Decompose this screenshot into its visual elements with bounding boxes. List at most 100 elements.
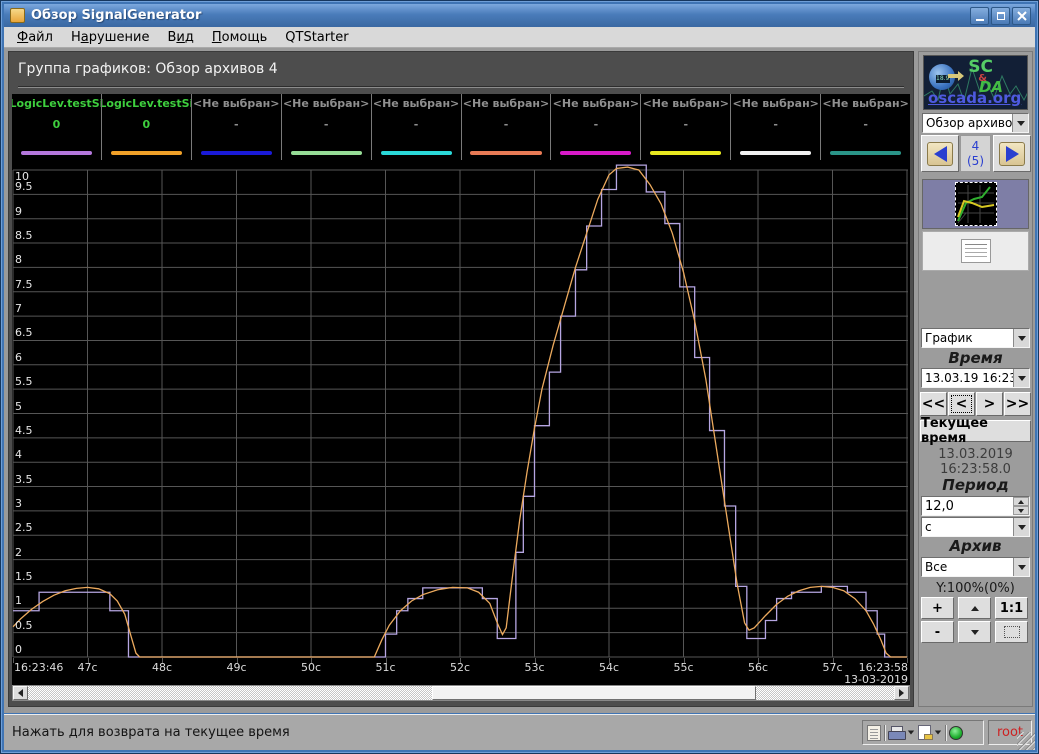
app-icon (10, 8, 25, 23)
legend-item-0[interactable]: LogicLev.testSi0 (12, 94, 101, 160)
scrollbar-thumb[interactable] (432, 686, 757, 700)
legend-item-3[interactable]: <Не выбран>- (281, 94, 371, 160)
page-indicator: 4 (5) (960, 135, 991, 172)
y-tick-label: 2.5 (15, 522, 33, 534)
legend-color-bar (111, 151, 182, 155)
menu-file[interactable]: Файл (8, 28, 62, 47)
legend-color-bar (740, 151, 811, 155)
time-prev-button[interactable]: < (948, 392, 975, 416)
resize-grip[interactable] (1017, 732, 1035, 750)
spin-up-icon (1018, 500, 1024, 504)
legend-item-label: <Не выбран> (193, 97, 279, 110)
logo-site-link[interactable]: oscada.org (928, 89, 1021, 107)
legend-item-9[interactable]: <Не выбран>- (820, 94, 910, 160)
prev-page-button[interactable] (921, 135, 959, 172)
thumbnail-document[interactable] (922, 231, 1029, 271)
arrow-down-icon (971, 630, 979, 635)
y-tick-label: 4.5 (15, 425, 33, 437)
current-date-label: 13.03.2019 (919, 447, 1032, 462)
chevron-down-icon[interactable] (1013, 329, 1029, 347)
legend-item-2[interactable]: <Не выбран>- (191, 94, 281, 160)
legend-item-8[interactable]: <Не выбран>- (730, 94, 820, 160)
x-tick-mark (609, 658, 610, 663)
export-menu-chevron-icon[interactable] (935, 731, 941, 735)
y-tick-label: 0 (15, 644, 22, 656)
window-title: Обзор SignalGenerator (31, 8, 201, 23)
scrollbar-right-button[interactable] (894, 686, 909, 700)
legend-color-bar (21, 151, 92, 155)
trends-widget[interactable]: LogicLev.testSi0LogicLev.testSi0<Не выбр… (12, 94, 910, 701)
archive-select[interactable]: Все (921, 557, 1030, 577)
datetime-select[interactable]: 13.03.19 16:23:58 (921, 368, 1030, 388)
document-icon[interactable] (867, 725, 881, 741)
time-scrollbar[interactable] (12, 685, 910, 701)
shift-down-button[interactable] (958, 621, 991, 643)
maximize-icon (997, 12, 1005, 20)
maximize-button[interactable] (991, 7, 1010, 25)
menu-violation[interactable]: Нарушение (62, 28, 159, 47)
plot-svg (12, 160, 910, 658)
legend-item-5[interactable]: <Не выбран>- (461, 94, 551, 160)
plot-area[interactable]: 109.598.587.576.565.554.543.532.521.510.… (12, 160, 910, 658)
legend-item-7[interactable]: <Не выбран>- (640, 94, 730, 160)
time-last-button[interactable]: >> (1004, 392, 1031, 416)
period-spinbox[interactable]: 12,0 (921, 496, 1030, 516)
menu-view[interactable]: Вид (158, 28, 202, 47)
current-time-button[interactable]: Текущее время (920, 420, 1031, 442)
legend-color-bar (201, 151, 272, 155)
chevron-down-icon[interactable] (1013, 558, 1029, 576)
spin-up-button[interactable] (1013, 497, 1029, 506)
view-mode-select[interactable]: График (921, 328, 1030, 348)
chevron-down-icon[interactable] (1013, 518, 1029, 536)
thumbnail-graph-selected[interactable] (922, 179, 1029, 229)
x-tick-label: 16:23:46 (14, 661, 63, 674)
printer-menu-chevron-icon[interactable] (908, 731, 914, 735)
period-unit-select[interactable]: с (921, 517, 1030, 537)
graph-thumbnail-icon (955, 182, 997, 226)
next-page-button[interactable] (993, 135, 1031, 172)
legend-item-value: - (863, 118, 868, 131)
menu-qtstarter[interactable]: QTStarter (276, 28, 357, 47)
legend-item-1[interactable]: LogicLev.testSi0 (101, 94, 191, 160)
export-document-icon[interactable] (918, 725, 931, 740)
legend-row: LogicLev.testSi0LogicLev.testSi0<Не выбр… (12, 94, 910, 160)
y-tick-label: 7 (15, 303, 22, 315)
x-tick-mark (162, 658, 163, 663)
region-select-icon (1004, 626, 1020, 638)
chevron-down-icon[interactable] (1013, 369, 1029, 387)
menu-help[interactable]: Помощь (203, 28, 276, 47)
datetime-value: 13.03.19 16:23:58 (922, 371, 1013, 385)
connection-status-icon[interactable] (949, 726, 963, 740)
oscada-logo[interactable]: 18.95 SC & DA oscada.org (923, 55, 1028, 110)
time-next-button[interactable]: > (976, 392, 1003, 416)
zoom-in-button[interactable]: + (921, 597, 954, 619)
y-tick-label: 1.5 (15, 571, 33, 583)
y-tick-label: 8 (15, 254, 22, 266)
zoom-out-button[interactable]: - (921, 621, 954, 643)
shift-up-button[interactable] (958, 597, 991, 619)
close-button[interactable] (1012, 7, 1031, 25)
logo-arrow-icon (948, 74, 958, 78)
spin-down-button[interactable] (1013, 506, 1029, 515)
legend-item-6[interactable]: <Не выбран>- (550, 94, 640, 160)
legend-item-4[interactable]: <Не выбран>- (371, 94, 461, 160)
time-first-button[interactable]: << (920, 392, 947, 416)
legend-item-value: - (504, 118, 509, 131)
chevron-down-icon[interactable] (1012, 114, 1028, 132)
scrollbar-left-button[interactable] (13, 686, 28, 700)
minimize-button[interactable] (970, 7, 989, 25)
legend-color-bar (470, 151, 541, 155)
y-tick-label: 6.5 (15, 327, 33, 339)
x-tick-mark (13, 658, 14, 663)
zoom-region-button[interactable] (995, 621, 1028, 643)
page-group-select[interactable]: Обзор архивов 4 (922, 113, 1029, 133)
titlebar[interactable]: Обзор SignalGenerator (4, 4, 1035, 27)
legend-item-label: <Не выбран> (373, 97, 459, 110)
x-tick-mark (684, 658, 685, 663)
legend-item-value: 0 (53, 118, 61, 131)
printer-icon[interactable] (888, 726, 904, 740)
y-tick-label: 4 (15, 449, 22, 461)
scale-1to1-button[interactable]: 1:1 (995, 597, 1028, 619)
prev-page-icon (927, 142, 953, 166)
status-message[interactable]: Нажать для возврата на текущее время (12, 725, 290, 740)
